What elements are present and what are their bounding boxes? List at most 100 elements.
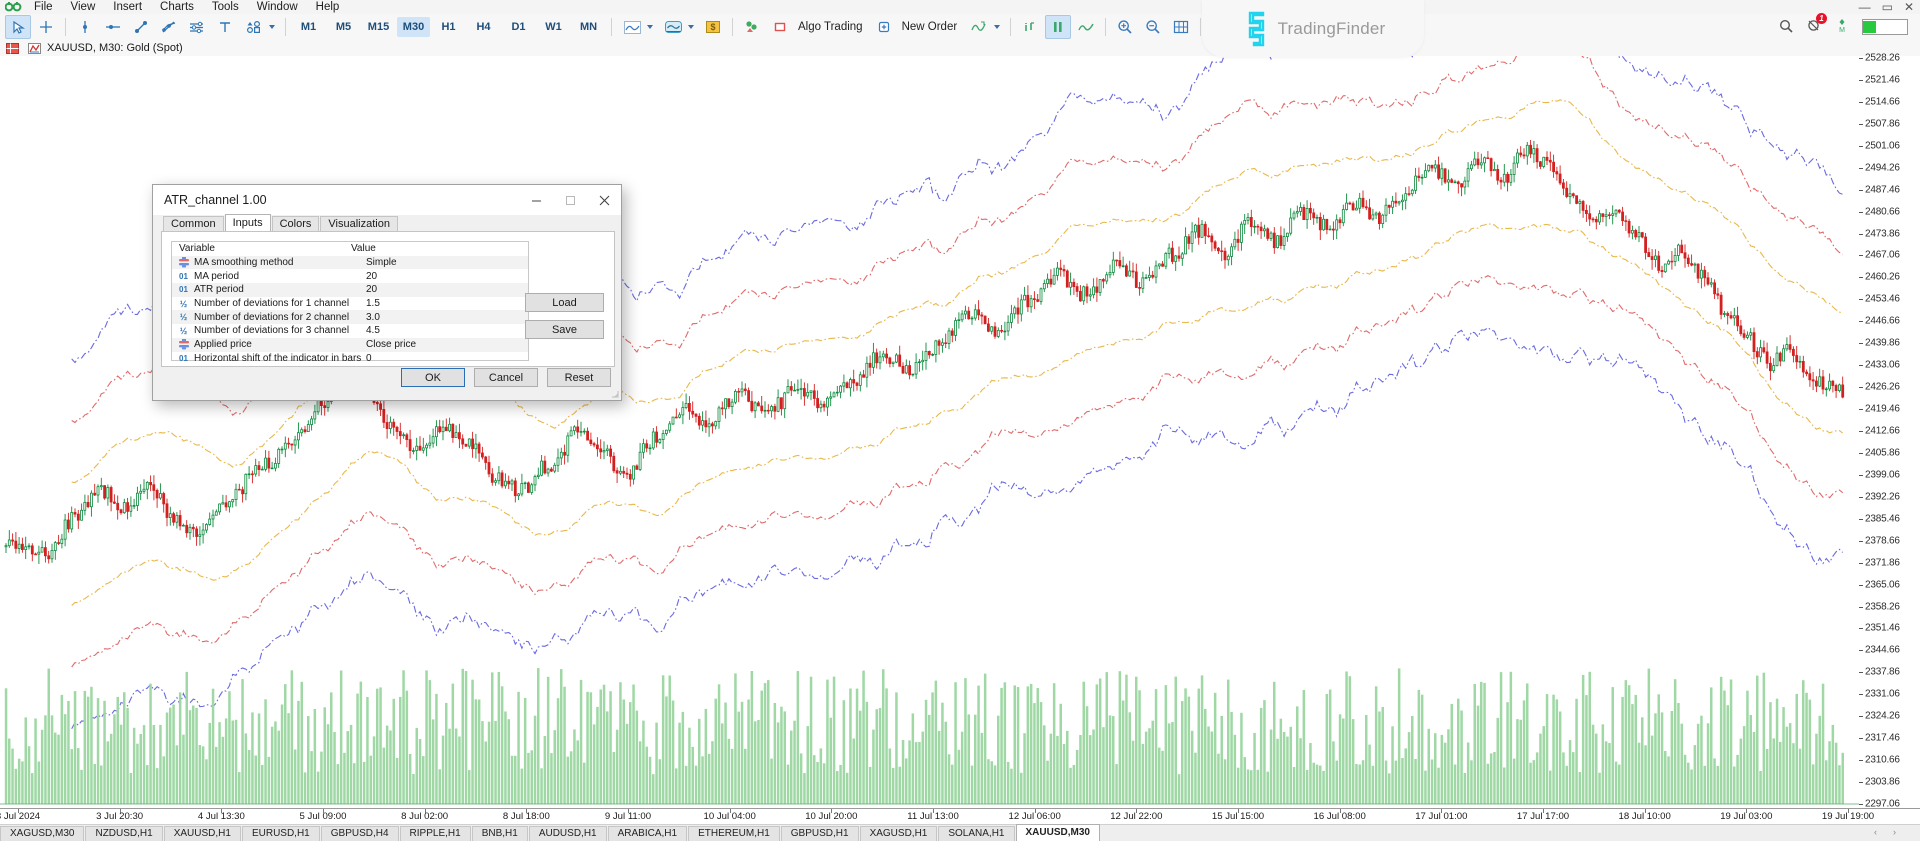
chart-tab[interactable]: EURUSD,H1 bbox=[242, 826, 320, 841]
chart-tab[interactable]: NZDUSD,H1 bbox=[85, 826, 162, 841]
cancel-button[interactable]: Cancel bbox=[474, 368, 538, 387]
autotrading-objects-icon[interactable] bbox=[739, 15, 765, 39]
dialog-maximize-button[interactable] bbox=[553, 186, 587, 214]
chart-tab[interactable]: RIPPLE,H1 bbox=[400, 826, 471, 841]
timeframe-m1[interactable]: M1 bbox=[292, 17, 325, 37]
timeframe-m5[interactable]: M5 bbox=[327, 17, 360, 37]
chart-tab[interactable]: XAGUSD,M30 bbox=[0, 826, 84, 841]
save-button[interactable]: Save bbox=[525, 320, 604, 339]
polyline-icon[interactable] bbox=[156, 15, 182, 39]
input-value-field[interactable]: Close price bbox=[362, 339, 528, 350]
timeframe-h4[interactable]: H4 bbox=[467, 17, 500, 37]
trendline-icon[interactable] bbox=[128, 15, 154, 39]
timeframe-mn[interactable]: MN bbox=[572, 17, 605, 37]
dialog-resize-grip[interactable] bbox=[609, 388, 619, 398]
input-row[interactable]: MA smoothing methodSimple bbox=[172, 256, 528, 270]
restore-icon[interactable]: ▭ bbox=[1882, 2, 1893, 12]
indicator-properties-dialog[interactable]: ATR_channel 1.00 Common Inputs Colors Vi… bbox=[152, 184, 622, 401]
dialog-tabs[interactable]: Common Inputs Colors Visualization bbox=[163, 215, 399, 232]
tab-common[interactable]: Common bbox=[163, 216, 224, 232]
tab-colors[interactable]: Colors bbox=[272, 216, 320, 232]
zoom-out-icon[interactable] bbox=[1140, 15, 1166, 39]
line-chart-icon[interactable] bbox=[619, 15, 645, 39]
dialog-title-bar[interactable]: ATR_channel 1.00 bbox=[153, 185, 621, 215]
timeframe-m30[interactable]: M30 bbox=[397, 17, 430, 37]
new-order-label[interactable]: New Order bbox=[898, 21, 965, 33]
menu-window[interactable]: Window bbox=[248, 0, 307, 14]
indicators-icon[interactable] bbox=[966, 15, 992, 39]
input-value-field[interactable]: Simple bbox=[362, 257, 528, 268]
indicator-icon[interactable] bbox=[28, 43, 41, 54]
input-row[interactable]: ½Number of deviations for 1 channel1.5 bbox=[172, 297, 528, 311]
inputs-grid[interactable]: VariableValueMA smoothing methodSimple01… bbox=[171, 241, 529, 361]
bell-icon[interactable]: 1 bbox=[1807, 18, 1822, 36]
input-value-field[interactable]: 0 bbox=[362, 353, 528, 364]
menu-help[interactable]: Help bbox=[307, 0, 349, 14]
reset-button[interactable]: Reset bbox=[547, 368, 611, 387]
shapes-dropdown[interactable] bbox=[240, 15, 279, 39]
input-value-field[interactable]: 20 bbox=[362, 271, 528, 282]
scroll-left-icon[interactable]: ‹ bbox=[1874, 827, 1877, 837]
input-value-field[interactable]: 4.5 bbox=[362, 325, 528, 336]
crosshair-icon[interactable] bbox=[33, 15, 59, 39]
grid-icon[interactable] bbox=[1168, 15, 1194, 39]
close-icon[interactable]: ✕ bbox=[1904, 2, 1914, 12]
menu-insert[interactable]: Insert bbox=[104, 0, 151, 14]
timeframe-h1[interactable]: H1 bbox=[432, 17, 465, 37]
vertical-line-icon[interactable] bbox=[72, 15, 98, 39]
tab-visualization[interactable]: Visualization bbox=[320, 216, 398, 232]
chart-template-dropdown[interactable] bbox=[659, 15, 698, 39]
input-row[interactable]: ½Number of deviations for 3 channel4.5 bbox=[172, 324, 528, 338]
chart-tab[interactable]: BNB,H1 bbox=[472, 826, 528, 841]
chevron-down-icon[interactable] bbox=[647, 25, 653, 29]
menu-file[interactable]: File bbox=[25, 0, 62, 14]
horizontal-line-icon[interactable] bbox=[100, 15, 126, 39]
bar-chart-icon[interactable] bbox=[660, 15, 686, 39]
chart-props-icon[interactable] bbox=[6, 43, 19, 54]
horizontal-scroll-controls[interactable]: ‹ › bbox=[1852, 824, 1918, 839]
ok-button[interactable]: OK bbox=[401, 368, 465, 387]
input-value-field[interactable]: 3.0 bbox=[362, 312, 528, 323]
account-icon[interactable]: M bbox=[1836, 18, 1848, 36]
chart-tab[interactable]: XAGUSD,H1 bbox=[860, 826, 938, 841]
input-row[interactable]: 01ATR period20 bbox=[172, 283, 528, 297]
scroll-right-icon[interactable]: › bbox=[1893, 827, 1896, 837]
dollar-icon[interactable]: $ bbox=[700, 15, 726, 39]
timeframe-w1[interactable]: W1 bbox=[537, 17, 570, 37]
chart-canvas[interactable] bbox=[0, 56, 1860, 808]
text-icon[interactable] bbox=[212, 15, 238, 39]
chart-shift-icon[interactable] bbox=[1017, 15, 1043, 39]
chevron-down-icon[interactable] bbox=[688, 25, 694, 29]
chart-tab[interactable]: AUDUSD,H1 bbox=[529, 826, 607, 841]
timeframe-d1[interactable]: D1 bbox=[502, 17, 535, 37]
timeframe-m15[interactable]: M15 bbox=[362, 17, 395, 37]
new-order-icon[interactable] bbox=[871, 15, 897, 39]
chart-tab[interactable]: ETHEREUM,H1 bbox=[688, 826, 780, 841]
input-row[interactable]: Applied priceClose price bbox=[172, 338, 528, 352]
tab-inputs[interactable]: Inputs bbox=[225, 214, 271, 232]
cursor-icon[interactable] bbox=[5, 15, 31, 39]
chart-autoscroll-icon[interactable] bbox=[1045, 15, 1071, 39]
indicators-dropdown[interactable] bbox=[965, 15, 1004, 39]
minimize-icon[interactable]: — bbox=[1859, 2, 1871, 12]
price-scale[interactable]: 2528.262521.462514.662507.862501.062494.… bbox=[1859, 56, 1920, 808]
chart-tab-bar[interactable]: XAGUSD,M30NZDUSD,H1XAUUSD,H1EURUSD,H1GBP… bbox=[0, 824, 1920, 841]
chart-tab[interactable]: SOLANA,H1 bbox=[938, 826, 1014, 841]
chart-tab[interactable]: GBPUSD,H1 bbox=[781, 826, 859, 841]
chart-data-window-icon[interactable] bbox=[1073, 15, 1099, 39]
chevron-down-icon[interactable] bbox=[994, 25, 1000, 29]
dialog-minimize-button[interactable] bbox=[519, 186, 553, 214]
zoom-in-icon[interactable] bbox=[1112, 15, 1138, 39]
chart-type-line-dropdown[interactable] bbox=[618, 15, 657, 39]
equidistant-channel-icon[interactable] bbox=[184, 15, 210, 39]
menu-tools[interactable]: Tools bbox=[203, 0, 248, 14]
input-value-field[interactable]: 20 bbox=[362, 284, 528, 295]
menu-charts[interactable]: Charts bbox=[151, 0, 203, 14]
input-row[interactable]: 01Horizontal shift of the indicator in b… bbox=[172, 352, 528, 366]
chart-tab[interactable]: ARABICA,H1 bbox=[608, 826, 687, 841]
algo-trading-label[interactable]: Algo Trading bbox=[794, 21, 870, 33]
dialog-close-button[interactable] bbox=[587, 186, 621, 214]
algo-trading-icon[interactable] bbox=[767, 15, 793, 39]
shapes-icon[interactable] bbox=[241, 15, 267, 39]
chevron-down-icon[interactable] bbox=[269, 25, 275, 29]
